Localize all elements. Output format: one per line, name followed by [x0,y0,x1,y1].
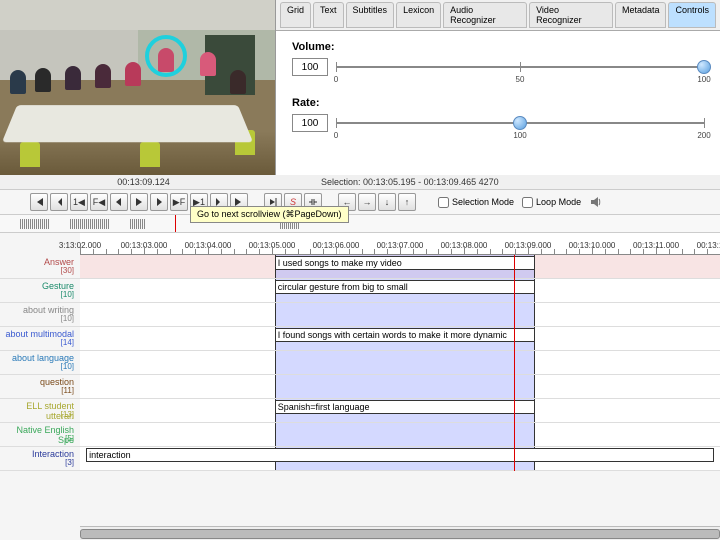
tab-lexicon[interactable]: Lexicon [396,2,441,28]
video-preview[interactable] [0,0,275,175]
tab-metadata[interactable]: Metadata [615,2,667,28]
volume-slider[interactable]: 0 50 100 [336,57,704,77]
waveform-strip[interactable] [0,215,720,233]
tier-name[interactable]: Interaction[3] [0,447,80,470]
tab-grid[interactable]: Grid [280,2,311,28]
tier-name[interactable]: about language[10] [0,351,80,374]
tier-name[interactable]: about multimodal[14] [0,327,80,350]
speaker-icon[interactable] [589,195,603,209]
tab-bar: GridTextSubtitlesLexiconAudio Recognizer… [276,0,720,31]
arrow-down-button[interactable]: ↓ [378,193,396,211]
tier-name[interactable]: Native English Spe[5] [0,423,80,446]
next-frame-button[interactable]: ▶F [170,193,188,211]
tier-name[interactable]: about writing[10] [0,303,80,326]
selection-mode-checkbox[interactable]: Selection Mode [438,197,514,208]
tier-name[interactable]: Gesture[10] [0,279,80,302]
tier-row[interactable]: about language[10] [0,351,720,375]
prev-pixel-button[interactable] [110,193,128,211]
tier-row[interactable]: Gesture[10] circular gesture from big to … [0,279,720,303]
tab-controls[interactable]: Controls [668,2,716,28]
annotation[interactable]: I found songs with certain words to make… [275,328,535,342]
tab-subtitles[interactable]: Subtitles [346,2,395,28]
tier-row[interactable]: Interaction[3] interaction [0,447,720,471]
horizontal-scrollbar[interactable] [80,526,720,540]
timeline-ruler[interactable]: 3:13:02.00000:13:03.00000:13:04.00000:13… [80,233,720,255]
selection-info: Selection: 00:13:05.195 - 00:13:09.465 4… [281,177,714,187]
loop-mode-checkbox[interactable]: Loop Mode [522,197,581,208]
tier-name[interactable]: ELL student utteran[13] [0,399,80,422]
go-to-start-button[interactable] [30,193,48,211]
rate-slider[interactable]: 0 100 200 [336,113,704,133]
tab-video-recognizer[interactable]: Video Recognizer [529,2,613,28]
annotation[interactable]: I used songs to make my video [275,256,535,270]
tier-row[interactable]: question[11] [0,375,720,399]
arrow-right-button[interactable]: → [358,193,376,211]
prev-scrollview-button[interactable] [50,193,68,211]
volume-value[interactable]: 100 [292,58,328,76]
playback-toolbar: 1◀ F◀ ▶F ▶1 S ← → ↓ ↑ Selection Mode Loo… [0,189,720,215]
tier-row[interactable]: Answer[30] I used songs to make my video [0,255,720,279]
tier-row[interactable]: about writing[10] [0,303,720,327]
tier-name[interactable]: question[11] [0,375,80,398]
annotation-tiers: Answer[30] I used songs to make my video G… [0,255,720,471]
annotation[interactable]: interaction [86,448,714,462]
prev-sec-button[interactable]: 1◀ [70,193,88,211]
annotation[interactable]: circular gesture from big to small [275,280,535,294]
tab-audio-recognizer[interactable]: Audio Recognizer [443,2,527,28]
annotation[interactable]: Spanish=first language [275,400,535,414]
volume-label: Volume: [292,41,704,53]
play-pause-button[interactable] [130,193,148,211]
speaker-highlight-circle [145,35,187,77]
tier-name[interactable]: Answer[30] [0,255,80,278]
prev-frame-button[interactable]: F◀ [90,193,108,211]
rate-value[interactable]: 100 [292,114,328,132]
tooltip: Go to next scrollview (⌘PageDown) [190,206,349,223]
tab-text[interactable]: Text [313,2,344,28]
next-pixel-button[interactable] [150,193,168,211]
tier-row[interactable]: about multimodal[14] I found songs with c… [0,327,720,351]
current-time: 00:13:09.124 [6,177,281,187]
tier-row[interactable]: Native English Spe[5] [0,423,720,447]
rate-label: Rate: [292,97,704,109]
arrow-up-button[interactable]: ↑ [398,193,416,211]
tier-row[interactable]: ELL student utteran[13] Spanish=first lan… [0,399,720,423]
